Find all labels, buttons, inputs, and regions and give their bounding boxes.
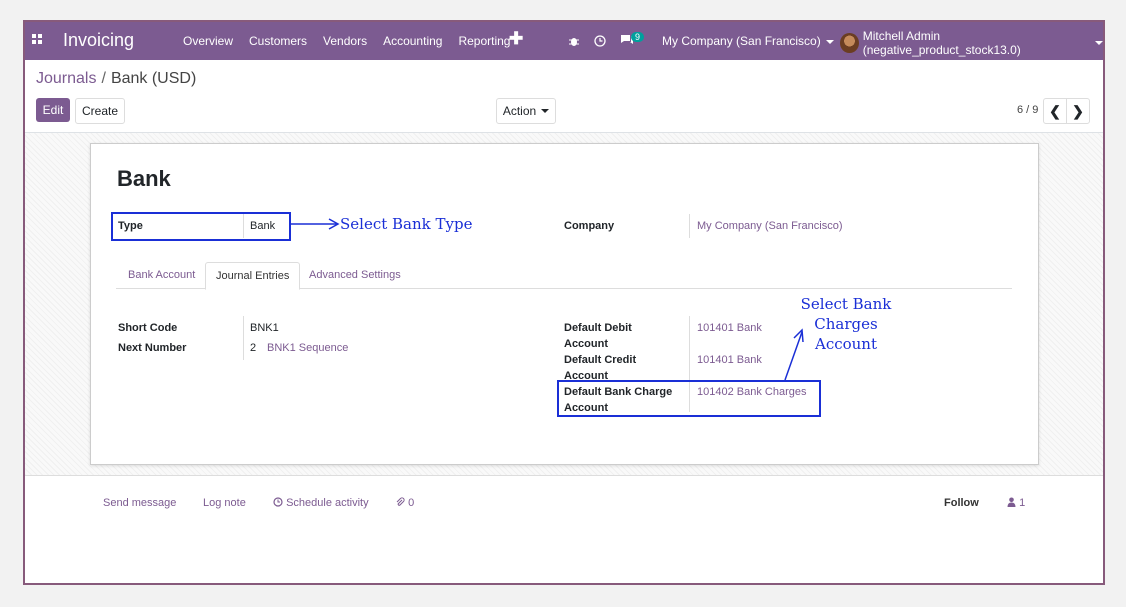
- edit-button[interactable]: Edit: [36, 98, 70, 122]
- arrow-right-icon: [291, 218, 340, 230]
- create-button[interactable]: Create: [75, 98, 125, 124]
- menu-accounting[interactable]: Accounting: [383, 34, 442, 48]
- followers-count: 1: [1019, 497, 1026, 509]
- notebook-tabs: Bank Account Journal Entries Advanced Se…: [116, 262, 1012, 290]
- menu-reporting[interactable]: Reporting: [458, 34, 510, 48]
- breadcrumb-separator: /: [101, 70, 106, 87]
- company-name: My Company (San Francisco): [662, 34, 821, 48]
- menu-overview[interactable]: Overview: [183, 34, 233, 48]
- form-background: Bank Type Bank Company My Company (San F…: [25, 133, 1103, 475]
- control-panel: Journals / Bank (USD) Edit Create Action 6…: [25, 60, 1103, 133]
- menu-vendors[interactable]: Vendors: [323, 34, 367, 48]
- next-number-label: Next Number: [118, 342, 187, 354]
- tab-bank-account[interactable]: Bank Account: [118, 262, 205, 288]
- tab-journal-entries[interactable]: Journal Entries: [205, 262, 301, 290]
- chat-badge: 9: [631, 32, 645, 42]
- user-menu[interactable]: Mitchell Admin (negative_product_stock13…: [840, 29, 1103, 57]
- send-message-button[interactable]: Send message: [103, 497, 176, 509]
- user-icon: [1007, 497, 1016, 507]
- sequence-link[interactable]: BNK1 Sequence: [267, 340, 348, 356]
- app-brand[interactable]: Invoicing: [63, 30, 134, 51]
- short-code-field[interactable]: BNK1: [250, 320, 279, 336]
- action-dropdown[interactable]: Action: [496, 98, 556, 124]
- chat-icon[interactable]: 9: [620, 32, 647, 48]
- default-credit-field[interactable]: 101401 Bank: [697, 352, 762, 368]
- default-debit-field[interactable]: 101401 Bank: [697, 320, 762, 336]
- paperclip-icon: [396, 497, 405, 506]
- apps-menu-icon[interactable]: [32, 34, 44, 46]
- chevron-down-icon: [825, 39, 834, 44]
- chevron-down-icon: [541, 109, 550, 113]
- bug-icon[interactable]: [568, 35, 580, 47]
- company-label: Company: [564, 220, 615, 232]
- schedule-activity-label: Schedule activity: [286, 497, 369, 509]
- type-highlight-box: [111, 212, 291, 241]
- type-annotation: Select Bank Type: [340, 215, 473, 233]
- action-label: Action: [502, 104, 537, 118]
- pager-previous-button[interactable]: ❮: [1043, 98, 1067, 124]
- app-frame: Invoicing Overview Customers Vendors Acc…: [23, 20, 1105, 585]
- short-code-label: Short Code: [118, 322, 178, 334]
- next-number-field[interactable]: 2: [250, 340, 256, 356]
- bank-charge-annotation: Select Bank Charges Account: [800, 295, 892, 353]
- default-debit-label: Default Debit Account: [564, 322, 632, 350]
- top-navbar: Invoicing Overview Customers Vendors Acc…: [25, 22, 1103, 60]
- attachments-count: 0: [408, 497, 415, 509]
- pager-next-button[interactable]: ❯: [1066, 98, 1090, 124]
- clock-icon[interactable]: [594, 34, 606, 47]
- field-separator: [689, 214, 690, 238]
- follow-button[interactable]: Follow: [944, 497, 979, 509]
- attachments-button[interactable]: 0: [395, 497, 414, 509]
- breadcrumb-journals[interactable]: Journals: [36, 70, 96, 87]
- menu-customers[interactable]: Customers: [249, 34, 307, 48]
- avatar: [840, 33, 859, 53]
- bank-charge-highlight-box: [557, 380, 821, 417]
- breadcrumb-current: Bank (USD): [110, 70, 197, 87]
- breadcrumb: Journals / Bank (USD): [36, 70, 196, 88]
- field-separator: [243, 316, 244, 360]
- chatter: Send message Log note Schedule activity …: [25, 475, 1103, 583]
- pager-value[interactable]: 6 / 9: [1017, 104, 1038, 116]
- journal-name[interactable]: Bank: [117, 166, 171, 192]
- tab-advanced-settings[interactable]: Advanced Settings: [299, 262, 411, 288]
- chevron-down-icon: [1095, 41, 1103, 45]
- clock-icon: [273, 497, 283, 507]
- systray: 9: [568, 32, 647, 48]
- log-note-button[interactable]: Log note: [203, 497, 246, 509]
- followers-button[interactable]: 1: [1007, 497, 1025, 509]
- company-switcher[interactable]: My Company (San Francisco): [662, 34, 834, 48]
- main-menu: Overview Customers Vendors Accounting Re…: [183, 34, 510, 48]
- user-name: Mitchell Admin (negative_product_stock13…: [862, 29, 1021, 57]
- plus-icon[interactable]: ✚: [509, 29, 523, 49]
- company-field[interactable]: My Company (San Francisco): [697, 218, 843, 234]
- schedule-activity-button[interactable]: Schedule activity: [273, 497, 369, 509]
